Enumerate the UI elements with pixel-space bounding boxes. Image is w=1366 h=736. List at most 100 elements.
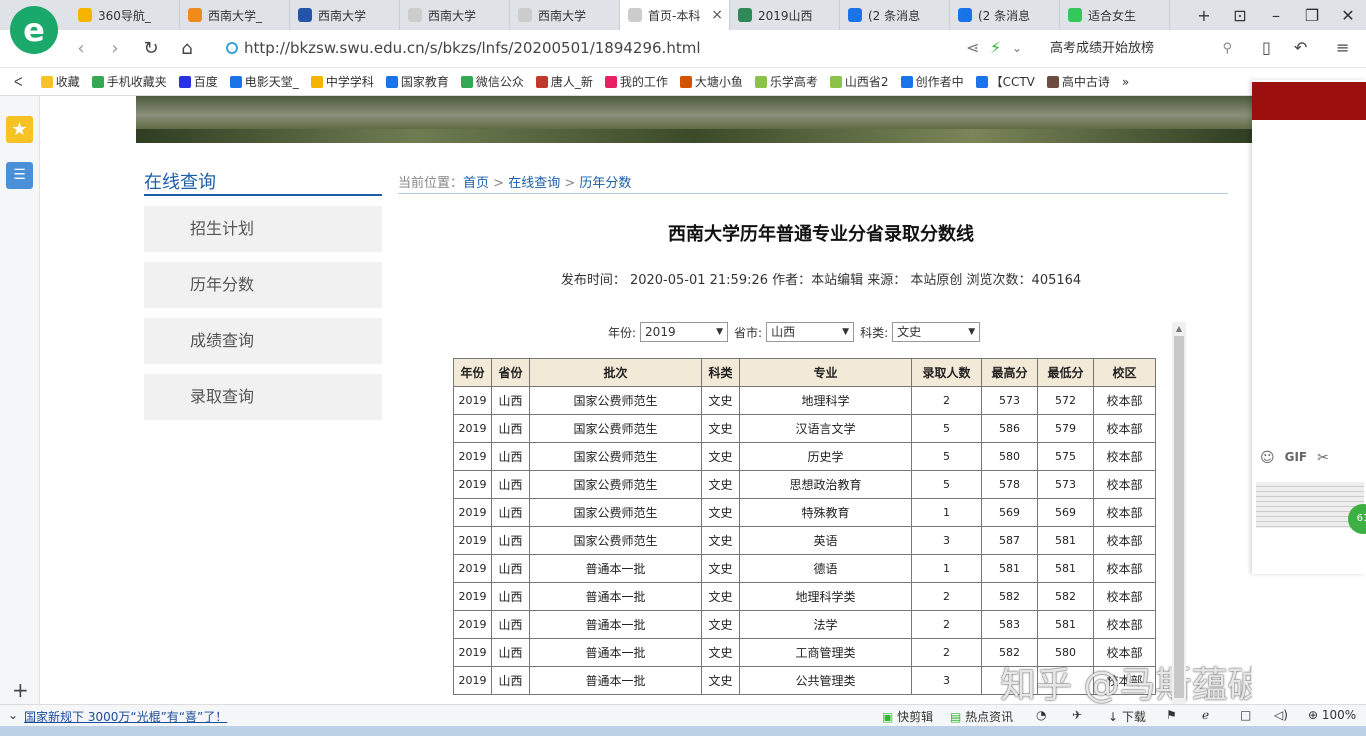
maximize-icon[interactable]: ❐ <box>1294 0 1330 30</box>
window-controls: + ⊡ – ❐ ✕ <box>1186 0 1366 30</box>
tab-8[interactable]: (2 条消息 <box>950 0 1060 30</box>
category-select[interactable]: 文史 ▼ <box>892 322 981 342</box>
undo-icon[interactable]: ↶ <box>1294 38 1307 57</box>
gif-button[interactable]: GIF <box>1285 450 1308 466</box>
sound-icon[interactable]: ◁) <box>1274 708 1288 722</box>
scissors-icon[interactable]: ✂ <box>1317 450 1329 466</box>
menu-item-plan[interactable]: 招生计划 <box>144 206 382 252</box>
zoom-label: 100% <box>1321 708 1357 722</box>
bookmark-item[interactable]: 【CCTV <box>975 73 1035 90</box>
table-cell: 历史学 <box>739 442 912 471</box>
ie-icon[interactable]: ℯ <box>1202 708 1209 722</box>
badge-counter[interactable]: 61 <box>1348 504 1366 534</box>
bookmark-item[interactable]: 高中古诗 <box>1046 73 1110 90</box>
emoji-icon[interactable]: ☺ <box>1260 450 1275 466</box>
new-tab-icon[interactable]: + <box>1186 0 1222 30</box>
category-label: 科类: <box>860 325 889 340</box>
hot-news-button[interactable]: ▤ 热点资讯 <box>950 708 1013 725</box>
table-cell: 山西 <box>491 414 530 443</box>
table-cell: 文史 <box>701 442 740 471</box>
browser-logo-icon[interactable]: e <box>10 6 58 54</box>
bookmark-item[interactable]: 我的工作 <box>604 73 668 90</box>
bookmark-item[interactable]: 国家教育 <box>385 73 449 90</box>
mobile-icon[interactable]: ▯ <box>1262 38 1271 57</box>
bookmark-item[interactable]: 唐人_新 <box>535 73 593 90</box>
close-window-icon[interactable]: ✕ <box>1330 0 1366 30</box>
bookmark-item[interactable]: 电影天堂_ <box>229 73 299 90</box>
search-icon[interactable]: ⚲ <box>1222 35 1232 63</box>
bookmark-item[interactable]: 手机收藏夹 <box>91 73 167 90</box>
minimize-icon[interactable]: – <box>1258 0 1294 30</box>
tab-3[interactable]: 西南大学 <box>400 0 510 30</box>
favorites-star-icon[interactable]: ★ <box>6 116 33 143</box>
menu-item-results[interactable]: 成绩查询 <box>144 318 382 364</box>
tab-4[interactable]: 西南大学 <box>510 0 620 30</box>
flag-icon[interactable]: ⚑ <box>1166 708 1177 722</box>
tab-2[interactable]: 西南大学 <box>290 0 400 30</box>
back-icon[interactable]: ‹ <box>70 38 92 60</box>
breadcrumb-home[interactable]: 首页 <box>463 176 489 191</box>
breadcrumb-section[interactable]: 在线查询 <box>508 176 560 191</box>
table-cell: 校本部 <box>1093 414 1156 443</box>
tab-0[interactable]: 360导航_ <box>70 0 180 30</box>
table-header-cell: 录取人数 <box>911 358 982 387</box>
filter-bar: 年份: 2019 ▼ 省市: 山西 ▼ 科类: 文史 ▼ <box>608 322 986 342</box>
tab-close-icon[interactable]: × <box>711 7 723 23</box>
bookmark-favicon-icon <box>1046 75 1059 88</box>
status-expand-icon[interactable]: ⌄ <box>8 708 18 722</box>
table-cell: 思想政治教育 <box>739 470 912 499</box>
table-cell: 山西 <box>491 470 530 499</box>
news-ticker-link[interactable]: 国家新规下 3000万“光棍”有“喜”了！ <box>24 708 227 725</box>
year-select[interactable]: 2019 ▼ <box>640 322 729 342</box>
table-cell: 德语 <box>739 554 912 583</box>
menu-item-admission[interactable]: 录取查询 <box>144 374 382 420</box>
tab-label: 适合女生 <box>1088 8 1137 23</box>
speed-icon[interactable]: ◔ <box>1036 708 1046 722</box>
table-cell: 5 <box>911 414 982 443</box>
bookmarks-more-icon[interactable]: » <box>1122 75 1129 89</box>
search-input[interactable]: 高考成绩开始放榜 ⚲ <box>1040 35 1240 63</box>
zoom-control[interactable]: ⊕ 100% <box>1308 708 1356 722</box>
bookmark-item[interactable]: 百度 <box>178 73 218 90</box>
window-icon[interactable]: □ <box>1240 708 1251 722</box>
table-cell: 582 <box>981 582 1038 611</box>
reading-list-icon[interactable]: ☰ <box>6 162 33 189</box>
bookmark-item[interactable]: 中学学科 <box>310 73 374 90</box>
share-icon[interactable]: ⋖ <box>966 38 979 57</box>
url-field[interactable]: http://bkzsw.swu.edu.cn/s/bkzs/lnfs/2020… <box>226 39 700 57</box>
tab-7[interactable]: (2 条消息 <box>840 0 950 30</box>
bookmark-item[interactable]: 乐学高考 <box>754 73 818 90</box>
bookmark-item[interactable]: 创作者中 <box>900 73 964 90</box>
bookmark-item[interactable]: 山西省2 <box>829 73 889 90</box>
scroll-up-icon[interactable]: ▲ <box>1172 322 1186 336</box>
chevron-down-icon[interactable]: ⌄ <box>1012 41 1022 55</box>
scroll-thumb[interactable] <box>1174 336 1184 698</box>
tab-1[interactable]: 西南大学_ <box>180 0 290 30</box>
tab-6[interactable]: 2019山西 <box>730 0 840 30</box>
table-cell: 2019 <box>453 582 492 611</box>
tab-9[interactable]: 适合女生 <box>1060 0 1170 30</box>
forward-icon[interactable]: › <box>104 38 126 60</box>
breadcrumb-current[interactable]: 历年分数 <box>579 176 631 191</box>
lightning-icon[interactable]: ⚡ <box>990 38 1001 57</box>
bookmark-label: 唐人_新 <box>550 75 593 89</box>
bookmark-item[interactable]: 收藏 <box>40 73 80 90</box>
category-value: 文史 <box>897 325 922 339</box>
home-icon[interactable]: ⌂ <box>176 38 198 60</box>
bookmark-item[interactable]: 大塘小鱼 <box>679 73 743 90</box>
refresh-icon[interactable]: ↻ <box>140 38 162 60</box>
bookmark-item[interactable]: 微信公众 <box>460 73 524 90</box>
restore-tabs-icon[interactable]: ⊡ <box>1222 0 1258 30</box>
table-cell: 山西 <box>491 386 530 415</box>
menu-icon[interactable]: ≡ <box>1336 38 1349 57</box>
pin-icon[interactable]: ✈ <box>1072 708 1082 722</box>
bookmarks-toggle-icon[interactable]: ᐸ <box>14 75 23 89</box>
add-sidebar-icon[interactable]: + <box>12 678 29 702</box>
frame-scrollbar[interactable]: ▲ <box>1172 322 1186 704</box>
province-select[interactable]: 山西 ▼ <box>766 322 855 342</box>
menu-item-scores[interactable]: 历年分数 <box>144 262 382 308</box>
kuaijianji-button[interactable]: ▣ 快剪辑 <box>882 708 933 725</box>
download-button[interactable]: ↓ 下载 <box>1108 708 1146 725</box>
table-header-cell: 年份 <box>453 358 492 387</box>
tab-5[interactable]: 首页-本科 × <box>620 0 730 30</box>
